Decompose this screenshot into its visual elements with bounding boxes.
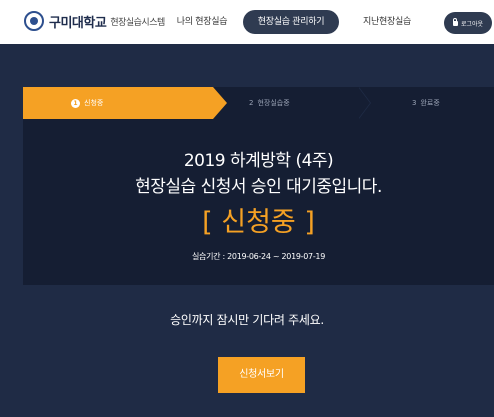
internship-period: 실습기간 : 2019-06-24 ~ 2019-07-19: [192, 252, 325, 261]
wait-message: 승인까지 잠시만 기다려 주세요.: [170, 313, 324, 327]
logo-name: 구미대학교: [49, 15, 107, 31]
step-2-label: 현장실습중: [257, 99, 290, 107]
site-header: 구미대학교 현장실습시스템 나의 현장실습 현장실습 관리하기 지난현장실습 로…: [0, 0, 494, 44]
step-2-in-progress: 2 현장실습중: [249, 87, 290, 119]
step-divider-inner: [358, 87, 370, 119]
step-3-complete: 3 완료중: [412, 87, 440, 119]
nav-tab-past-internship[interactable]: 지난현장실습: [339, 10, 435, 34]
university-emblem-icon: [24, 11, 44, 31]
step-3-number: 3: [412, 99, 417, 107]
view-application-button[interactable]: 신청서보기: [218, 357, 305, 393]
nav-tab-manage-internship[interactable]: 현장실습 관리하기: [243, 10, 339, 34]
progress-steps: 1 신청중 2 현장실습중 3 완료중: [23, 87, 494, 119]
step-1-applying: 1 신청중: [23, 87, 213, 119]
step-1-number: 1: [71, 98, 80, 108]
program-title: 2019 하계방학 (4주): [183, 151, 334, 171]
logout-label: 로그아웃: [460, 20, 484, 28]
logout-button[interactable]: 로그아웃: [444, 12, 492, 34]
step-arrow: [213, 87, 227, 119]
site-logo[interactable]: 구미대학교 현장실습시스템: [24, 11, 165, 31]
logo-subtitle: 현장실습시스템: [110, 17, 165, 28]
status-label: [ 신청중 ]: [202, 207, 315, 238]
step-2-number: 2: [249, 99, 254, 107]
step-3-label: 완료중: [420, 99, 440, 107]
step-1-label: 신청중: [84, 99, 104, 107]
nav-tab-my-internship[interactable]: 나의 현장실습: [161, 10, 243, 34]
main-nav: 나의 현장실습 현장실습 관리하기 지난현장실습: [161, 10, 435, 34]
approval-waiting-title: 현장실습 신청서 승인 대기중입니다.: [135, 177, 382, 197]
lock-icon: [452, 17, 458, 26]
